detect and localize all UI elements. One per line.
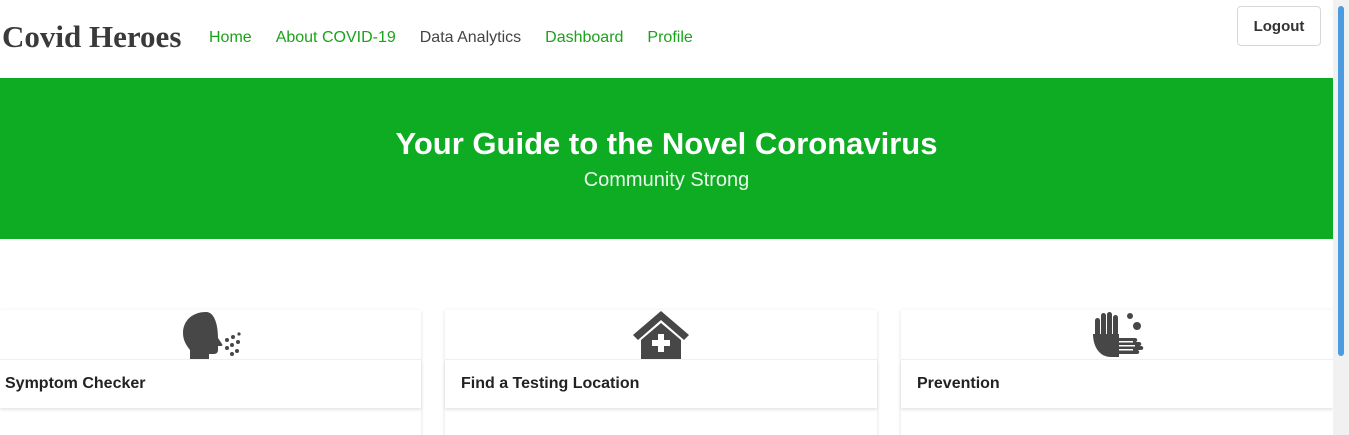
nav-link-data-analytics[interactable]: Data Analytics [420,28,521,48]
scrollbar-thumb[interactable] [1338,6,1344,356]
nav-link-about-covid[interactable]: About COVID-19 [276,28,396,48]
card-header: Find a Testing Location [445,359,877,408]
card-icon-area [0,310,421,359]
vertical-scrollbar[interactable] [1333,0,1349,435]
nav-link-profile[interactable]: Profile [647,28,692,48]
card-title: Symptom Checker [5,375,146,392]
card-title: Find a Testing Location [461,375,640,392]
nav-link-home[interactable]: Home [209,28,252,48]
hero-banner: Your Guide to the Novel Coronavirus Comm… [0,78,1333,239]
clinic-icon [633,311,689,359]
nav-link-dashboard[interactable]: Dashboard [545,28,623,48]
coughing-person-icon [182,312,241,359]
hand-washing-icon [1093,312,1144,357]
prevention-card[interactable]: Prevention [901,310,1333,435]
logout-button[interactable]: Logout [1237,6,1321,46]
testing-location-card[interactable]: Find a Testing Location [445,310,877,435]
hero-title: Your Guide to the Novel Coronavirus [395,126,938,161]
page: Covid Heroes Home About COVID-19 Data An… [0,0,1349,435]
card-header: Prevention [901,359,1333,408]
card-title: Prevention [917,375,1000,392]
top-navbar: Covid Heroes Home About COVID-19 Data An… [0,0,1333,78]
hero-subtitle: Community Strong [583,169,750,191]
nav-links: Home About COVID-19 Data Analytics Dashb… [209,28,717,48]
card-icon-area [445,310,877,359]
brand-logo[interactable]: Covid Heroes [2,17,181,57]
card-icon-area [901,310,1333,359]
card-header: Symptom Checker [0,359,421,408]
symptom-checker-card[interactable]: Symptom Checker [0,310,421,435]
